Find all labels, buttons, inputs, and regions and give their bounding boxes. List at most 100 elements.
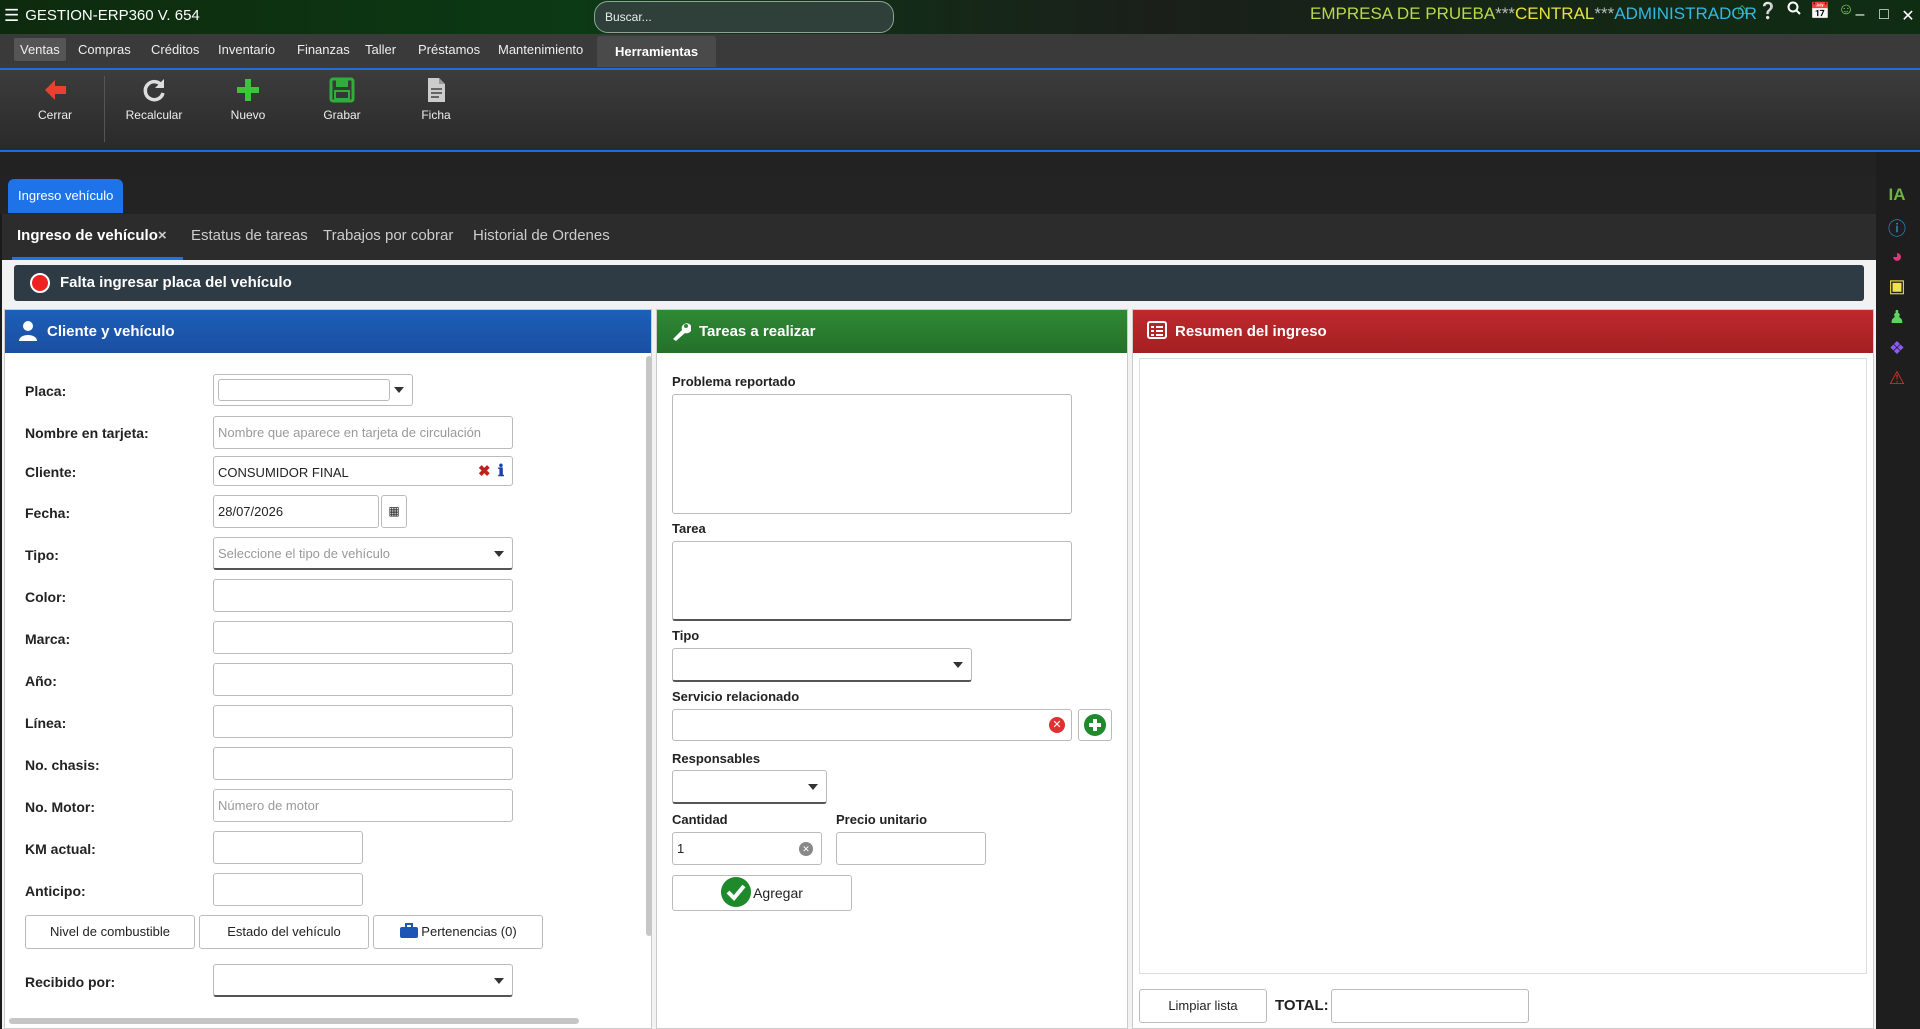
global-search-input[interactable] <box>594 1 894 33</box>
client-info-icon[interactable]: ℹ <box>498 461 504 481</box>
warning-icon[interactable]: ⚠ <box>1884 368 1910 389</box>
task-type-select[interactable] <box>672 648 972 682</box>
right-dock: IA ⓘ ◕ ▣ ♟ ❖ ⚠ <box>1876 152 1920 1029</box>
anio-input[interactable] <box>213 663 513 696</box>
tipo-select[interactable]: Seleccione el tipo de vehículo <box>213 537 513 570</box>
close-tab-icon[interactable]: × <box>158 227 167 244</box>
menu-compras[interactable]: Compras <box>78 42 131 57</box>
color-input[interactable] <box>213 579 513 612</box>
clear-service-icon[interactable]: ✕ <box>1049 717 1065 733</box>
responsible-select[interactable] <box>672 770 827 804</box>
check-circle-icon <box>721 877 752 907</box>
close-button[interactable]: Cerrar <box>10 76 100 122</box>
clear-client-icon[interactable]: ✖ <box>478 462 491 480</box>
cliente-label: Cliente: <box>25 464 77 480</box>
calendar-picker-button[interactable]: ▦ <box>381 495 407 528</box>
user-icon[interactable]: ♟ <box>1884 307 1910 328</box>
recibido-select[interactable] <box>213 964 513 997</box>
menu-ventas[interactable]: Ventas <box>14 38 66 61</box>
plus-circle-icon <box>1084 714 1106 736</box>
sheet-button[interactable]: Ficha <box>391 76 481 122</box>
problem-textarea[interactable] <box>672 394 1072 514</box>
unit-price-input[interactable] <box>836 832 986 865</box>
service-input[interactable]: ✕ <box>672 709 1072 741</box>
task-label: Tarea <box>672 521 706 536</box>
tasks-panel: Tareas a realizar Problema reportado Tar… <box>656 309 1128 1029</box>
motor-input[interactable] <box>213 789 513 822</box>
service-label: Servicio relacionado <box>672 689 800 704</box>
chevron-down-icon <box>494 978 504 984</box>
vehicle-state-button[interactable]: Estado del vehículo <box>199 915 369 949</box>
minimize-icon[interactable]: – <box>1852 6 1868 26</box>
quantity-input[interactable]: 1 ✕ <box>672 832 822 865</box>
tipo-placeholder: Seleccione el tipo de vehículo <box>218 546 391 561</box>
window-tab-ingreso-vehiculo[interactable]: Ingreso vehículo <box>8 179 124 213</box>
color-label: Color: <box>25 589 67 605</box>
close-icon[interactable]: ✕ <box>1900 6 1916 26</box>
maximize-icon[interactable]: □ <box>1876 6 1892 26</box>
new-button[interactable]: Nuevo <box>203 76 293 122</box>
clear-quantity-icon[interactable]: ✕ <box>799 842 813 856</box>
placa-text-box[interactable] <box>218 379 390 401</box>
vertical-scrollbar[interactable] <box>646 356 652 936</box>
quantity-value: 1 <box>677 841 685 856</box>
save-button[interactable]: Grabar <box>297 76 387 122</box>
user-icon <box>19 321 37 341</box>
validation-alert: Falta ingresar placa del vehículo <box>14 265 1864 301</box>
chevron-down-icon <box>494 551 504 557</box>
ia-button[interactable]: IA <box>1884 185 1910 205</box>
marca-input[interactable] <box>213 621 513 654</box>
chasis-input[interactable] <box>213 747 513 780</box>
fecha-input[interactable] <box>213 495 379 528</box>
calendar-icon[interactable]: 📅 <box>1810 1 1830 21</box>
briefcase-icon <box>400 923 419 938</box>
summary-panel-title: Resumen del ingreso <box>1175 323 1327 340</box>
tasks-panel-title: Tareas a realizar <box>699 323 816 340</box>
search-icon[interactable] <box>1784 1 1804 21</box>
placa-select[interactable] <box>213 374 413 406</box>
fuel-level-button[interactable]: Nivel de combustible <box>25 915 195 949</box>
tab-trabajos-cobrar[interactable]: Trabajos por cobrar <box>323 227 453 244</box>
cliente-field[interactable]: CONSUMIDOR FINAL ✖ ℹ <box>213 456 513 486</box>
recalculate-button[interactable]: Recalcular <box>109 76 199 122</box>
task-textarea[interactable] <box>672 541 1072 621</box>
dashboard-icon[interactable]: ◕ <box>1884 246 1910 267</box>
help-icon[interactable]: ❔ <box>1758 1 1778 21</box>
menu-mantenimiento[interactable]: Mantenimiento <box>498 42 583 57</box>
add-service-button[interactable] <box>1078 709 1112 741</box>
menu-herramientas[interactable]: Herramientas <box>597 36 717 67</box>
clear-list-button[interactable]: Limpiar lista <box>1139 989 1267 1023</box>
add-task-button[interactable]: Agregar <box>672 875 852 911</box>
note-icon[interactable]: ▣ <box>1884 276 1910 297</box>
menu-taller[interactable]: Taller <box>365 42 396 57</box>
info-icon[interactable]: ⓘ <box>1884 215 1910 241</box>
placa-label: Placa: <box>25 383 67 399</box>
home-icon[interactable]: ⌂ <box>1732 1 1752 21</box>
puzzle-icon[interactable]: ❖ <box>1884 338 1910 359</box>
nombre-tarjeta-input[interactable] <box>213 416 513 449</box>
tab-ingreso-vehiculo[interactable]: Ingreso de vehículo× <box>17 227 167 244</box>
refresh-icon <box>143 79 165 102</box>
belongings-button[interactable]: Pertenencias (0) <box>373 915 543 949</box>
top-icon-group: ⌂ ❔ 📅 ☺ <box>1732 1 1856 21</box>
client-vehicle-panel: Cliente y vehículo Placa: Nombre en tarj… <box>4 309 652 1029</box>
plus-icon <box>237 79 259 101</box>
linea-input[interactable] <box>213 705 513 738</box>
menu-inventario[interactable]: Inventario <box>218 42 275 57</box>
summary-panel-header: Resumen del ingreso <box>1133 310 1873 353</box>
km-input[interactable] <box>213 831 363 864</box>
horizontal-scrollbar[interactable] <box>9 1018 579 1024</box>
client-panel-title: Cliente y vehículo <box>47 323 175 340</box>
window-controls: – □ ✕ <box>1852 6 1916 26</box>
tab-historial-ordenes[interactable]: Historial de Ordenes <box>473 227 610 244</box>
branch-name: CENTRAL <box>1515 4 1595 23</box>
menu-finanzas[interactable]: Finanzas <box>297 42 350 57</box>
menu-prestamos[interactable]: Préstamos <box>418 42 480 57</box>
toolbar: Cerrar Recalcular Nuevo Grabar Ficha <box>0 70 1920 152</box>
tab-estatus-tareas[interactable]: Estatus de tareas <box>191 227 308 244</box>
anio-label: Año: <box>25 673 57 689</box>
anticipo-input[interactable] <box>213 873 363 906</box>
hamburger-menu-icon[interactable]: ☰ <box>4 7 19 24</box>
menu-creditos[interactable]: Créditos <box>151 42 199 57</box>
document-icon <box>428 78 445 102</box>
